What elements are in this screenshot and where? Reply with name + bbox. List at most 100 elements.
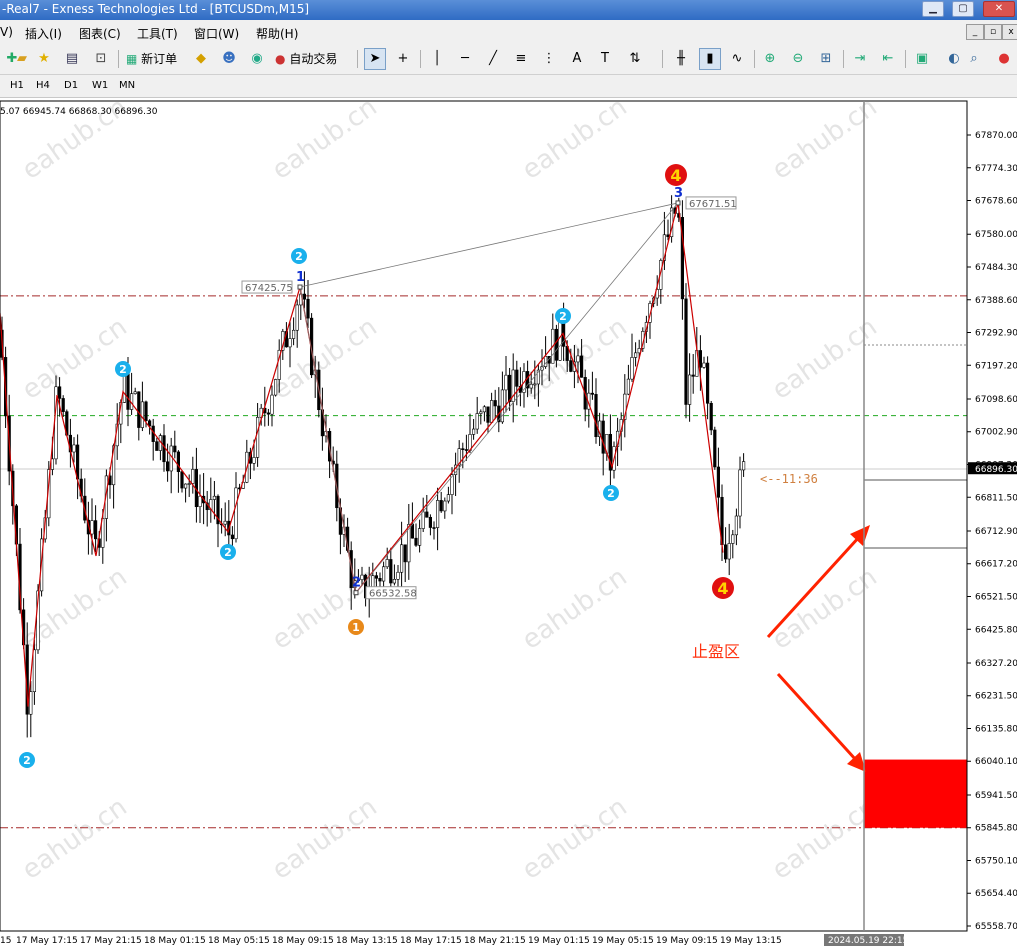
candle-body	[716, 466, 720, 498]
candle-body	[723, 544, 728, 560]
mdi-restore-button[interactable]: ▫	[984, 24, 1002, 40]
cursor-icon[interactable]: ➤	[364, 48, 386, 70]
signal-icon[interactable]: ◉	[247, 49, 267, 69]
x-tick-label: 19 May 09:15	[656, 936, 718, 946]
y-tick-label: 66617.20	[975, 560, 1017, 570]
candle-body	[122, 373, 126, 403]
close-button[interactable]: ✕	[983, 1, 1015, 17]
candle-body	[435, 500, 440, 528]
plot-frame	[0, 100, 968, 932]
candle-body	[464, 449, 469, 451]
toolbar: ✚ ▰ ★ ▤ ⊡ ▦ 新订单 ◆ ☻ ◉ ● 自动交易 ➤ + │ ─ ╱ ≡…	[0, 44, 1017, 75]
arrows-icon[interactable]: ⇅	[625, 49, 645, 69]
minimize-button[interactable]: ▁	[922, 1, 944, 17]
chart-shift-icon[interactable]: ⇤	[878, 49, 898, 69]
menu-window[interactable]: 窗口(W)	[194, 25, 239, 42]
candle-body	[187, 483, 191, 485]
search-icon[interactable]: ⌕	[964, 49, 984, 69]
y-tick-label: 67580.00	[975, 230, 1017, 240]
tile-icon[interactable]: ⊞	[816, 49, 836, 69]
fibo-icon[interactable]: ⋮	[539, 49, 559, 69]
people-icon[interactable]: ☻	[219, 49, 239, 69]
candle-body	[533, 383, 537, 386]
candle-body	[443, 500, 447, 512]
menu-help[interactable]: 帮助(H)	[256, 25, 298, 42]
watermark-text: eahub.cn	[17, 312, 133, 406]
mdi-minimize-button[interactable]: _	[966, 24, 984, 40]
y-tick-label: 66040.10	[975, 757, 1017, 767]
zoom-window-icon[interactable]: ⊡	[91, 49, 111, 69]
price-label-2: 66532.58	[369, 589, 417, 600]
gold-icon[interactable]: ◆	[191, 49, 211, 69]
candle-body	[493, 400, 497, 407]
candle-body	[191, 469, 195, 484]
horizontal-line-icon[interactable]: ─	[455, 49, 475, 69]
notification-icon[interactable]: ●	[994, 49, 1014, 69]
circle-icon[interactable]: ◐	[944, 49, 964, 69]
tf-mn[interactable]: MN	[119, 80, 135, 91]
vertical-line-icon[interactable]: │	[427, 49, 447, 69]
y-tick-label: 67197.20	[975, 361, 1017, 371]
bar-chart-icon[interactable]: ╫	[671, 49, 691, 69]
mdi-close-button[interactable]: x	[1002, 24, 1017, 40]
menu-insert[interactable]: 插入(I)	[25, 25, 62, 42]
candle-body	[576, 355, 580, 363]
price-chart[interactable]: eahub.cn eahub.cn eahub.cn eahub.cn eahub.cn…	[0, 100, 1017, 947]
star-icon[interactable]: ★	[34, 49, 54, 69]
candle-body	[684, 298, 688, 405]
trend-line-icon[interactable]: ╱	[483, 49, 503, 69]
indicators-icon[interactable]: ▣	[912, 49, 932, 69]
candle-body	[741, 461, 746, 471]
candle-body	[392, 579, 397, 584]
wave-number-3: 3	[674, 186, 683, 201]
candle-body	[475, 413, 479, 430]
y-tick-label: 67870.00	[975, 131, 1017, 141]
arrow-lower	[776, 672, 858, 762]
candle-body	[626, 378, 630, 395]
text-icon[interactable]: A	[567, 49, 587, 69]
elliott-icon[interactable]: ≡	[511, 49, 531, 69]
menu-view[interactable]: V)	[0, 25, 13, 39]
candle-body	[482, 406, 487, 413]
auto-trade-icon: ●	[275, 52, 286, 66]
candle-body	[396, 571, 400, 580]
auto-trade-button[interactable]: ● 自动交易	[275, 49, 337, 69]
zoom-in-icon[interactable]: ⊕	[760, 49, 780, 69]
tf-h1[interactable]: H1	[10, 80, 24, 91]
candle-body	[385, 559, 389, 568]
y-tick-label: 67774.30	[975, 164, 1017, 174]
tf-w1[interactable]: W1	[92, 80, 108, 91]
candle-body	[306, 298, 310, 319]
folder-icon[interactable]: ▰	[12, 49, 32, 69]
y-tick-label: 67292.90	[975, 329, 1017, 339]
candle-body	[234, 487, 238, 540]
maximize-button[interactable]: ▢	[952, 1, 974, 17]
tf-h4[interactable]: H4	[36, 80, 50, 91]
candle-body	[378, 578, 382, 582]
line-chart-icon[interactable]: ∿	[727, 49, 747, 69]
autoscroll-icon[interactable]: ⇥	[850, 49, 870, 69]
wave-line-1-3	[299, 202, 679, 288]
candle-body	[270, 394, 274, 415]
watermark-text: eahub.cn	[267, 312, 383, 406]
menu-charts[interactable]: 图表(C)	[79, 25, 121, 42]
text-label-icon[interactable]: T	[595, 49, 615, 69]
candle-body	[428, 516, 433, 528]
candle-chart-icon[interactable]: ▮	[699, 48, 721, 70]
menu-tools[interactable]: 工具(T)	[137, 25, 178, 42]
new-order-button[interactable]: ▦ 新订单	[126, 49, 177, 69]
market-watch-icon[interactable]: ▤	[62, 49, 82, 69]
price-label-3: 67671.51	[689, 199, 737, 210]
candle-body	[590, 392, 594, 395]
x-tick-label: 17 May 17:15	[16, 936, 78, 946]
candle-body	[594, 394, 598, 438]
candle-body	[633, 352, 638, 358]
candle-body	[425, 511, 429, 518]
candle-body	[702, 362, 706, 368]
crosshair-icon[interactable]: +	[393, 49, 413, 69]
candle-body	[579, 355, 584, 378]
take-profit-zone-label: 止盈区	[692, 642, 740, 661]
tf-d1[interactable]: D1	[64, 80, 78, 91]
y-tick-label: 65750.10	[975, 856, 1017, 866]
zoom-out-icon[interactable]: ⊖	[788, 49, 808, 69]
